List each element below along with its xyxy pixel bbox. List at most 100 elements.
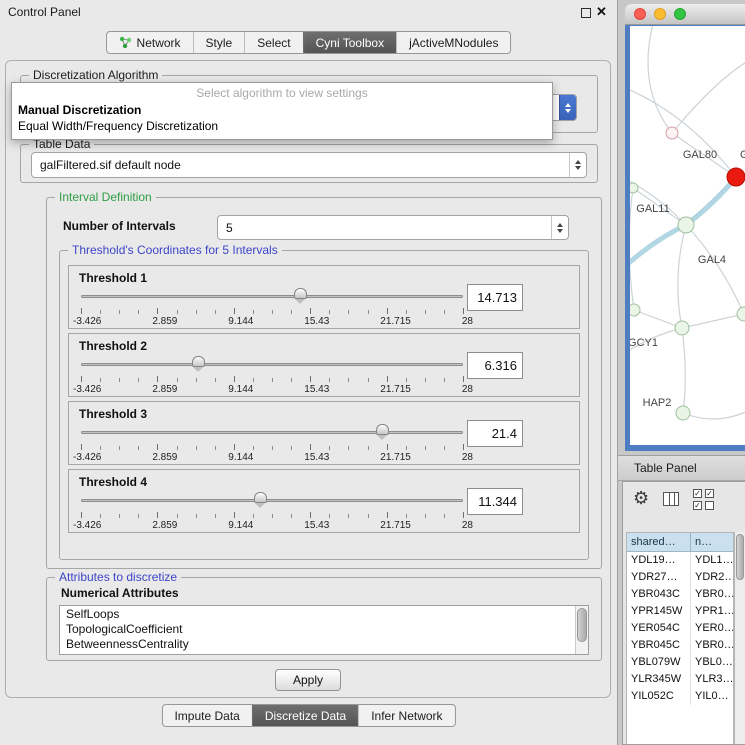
slider-ticks	[81, 308, 463, 315]
slider-track[interactable]	[81, 295, 463, 298]
node-label-gal11: GAL11	[636, 203, 669, 215]
list-item[interactable]: TopologicalCoefficient	[60, 621, 588, 636]
popup-item-equal-width-frequency[interactable]: Equal Width/Frequency Discretization	[12, 118, 552, 134]
network-node[interactable]	[678, 217, 694, 233]
numerical-attributes-list[interactable]: SelfLoops TopologicalCoefficient Between…	[59, 605, 589, 655]
threshold-3-label: Threshold 3	[79, 407, 147, 421]
columns-icon[interactable]	[663, 492, 679, 506]
table-panel: ⚙ ✓ ✓ ✓ shared… n… YDL19…YDL1… YDR27…YDR…	[622, 481, 745, 745]
threshold-4-value-field[interactable]: 11.344	[467, 488, 523, 515]
zoom-traffic-light-icon[interactable]	[674, 8, 686, 20]
network-node[interactable]	[737, 307, 745, 321]
close-icon[interactable]: ✕	[596, 4, 607, 20]
tab-discretize-data[interactable]: Discretize Data	[252, 705, 358, 726]
threshold-3-value-field[interactable]: 21.4	[467, 420, 523, 447]
table-row[interactable]: YER054CYER0…	[627, 620, 733, 637]
slider-thumb[interactable]	[294, 288, 307, 299]
screen: Control Panel ✕ Network Style Select Cyn…	[0, 0, 745, 745]
threshold-4-slider[interactable]: -3.4262.8599.14415.4321.71528	[81, 492, 463, 532]
combo-stepper-icon[interactable]	[551, 216, 568, 239]
threshold-1-value-field[interactable]: 14.713	[467, 284, 523, 311]
tab-network[interactable]: Network	[107, 32, 193, 53]
top-tab-bar: Network Style Select Cyni Toolbox jActiv…	[106, 31, 512, 54]
slider-tick-labels: -3.4262.8599.14415.4321.71528	[73, 452, 473, 463]
list-item[interactable]: SelfLoops	[60, 606, 588, 621]
slider-ticks	[81, 444, 463, 451]
combo-stepper-icon[interactable]	[559, 95, 576, 120]
control-panel-titlebar: Control Panel ✕	[0, 0, 617, 26]
tab-style[interactable]: Style	[193, 32, 245, 53]
slider-track[interactable]	[81, 363, 463, 366]
table-header-row: shared… n…	[627, 533, 733, 552]
float-window-icon[interactable]	[581, 8, 591, 18]
combo-value: 5	[218, 221, 551, 235]
column-header-shared-name[interactable]: shared…	[627, 533, 691, 552]
close-traffic-light-icon[interactable]	[634, 8, 646, 20]
tab-impute-data[interactable]: Impute Data	[162, 705, 251, 726]
scrollbar-thumb[interactable]	[736, 534, 744, 580]
threshold-1-slider[interactable]: -3.4262.8599.14415.4321.71528	[81, 288, 463, 328]
network-view-window: GAL80 GA GAL11 GAL4 GCY1 HAP2	[625, 4, 745, 451]
slider-tick-labels: -3.4262.8599.14415.4321.71528	[73, 316, 473, 327]
slider-track[interactable]	[81, 431, 463, 434]
selected-network-node[interactable]	[727, 168, 745, 186]
tab-label: Select	[257, 36, 290, 50]
apply-button[interactable]: Apply	[275, 669, 341, 691]
threshold-2-value-field[interactable]: 6.316	[467, 352, 523, 379]
select-columns-icon[interactable]: ✓ ✓ ✓	[693, 489, 714, 510]
network-window-titlebar[interactable]	[625, 4, 745, 25]
network-node[interactable]	[630, 183, 638, 193]
tab-select[interactable]: Select	[244, 32, 302, 53]
network-icon	[119, 36, 132, 49]
node-label-gal80: GAL80	[683, 149, 717, 161]
table-row[interactable]: YDL19…YDL1…	[627, 552, 733, 569]
gear-icon[interactable]: ⚙	[633, 488, 649, 509]
table-data-group: Table Data galFiltered.sif default node	[20, 144, 598, 183]
algorithm-dropdown-popup: Select algorithm to view settings Manual…	[11, 82, 553, 140]
threshold-2-slider[interactable]: -3.4262.8599.14415.4321.71528	[81, 356, 463, 396]
table-row[interactable]: YIL052CYIL0…	[627, 688, 733, 705]
threshold-2-panel: Threshold 2 6.316 -3.4262.8599.14415.432…	[68, 333, 580, 397]
slider-thumb[interactable]	[254, 492, 267, 503]
number-of-intervals-combobox[interactable]: 5	[217, 215, 569, 240]
slider-thumb[interactable]	[192, 356, 205, 367]
network-node[interactable]	[676, 406, 690, 420]
tab-label: Style	[206, 36, 233, 50]
network-node[interactable]	[630, 304, 640, 316]
network-canvas[interactable]: GAL80 GA GAL11 GAL4 GCY1 HAP2	[630, 26, 745, 445]
table-data-combobox[interactable]: galFiltered.sif default node	[31, 152, 587, 178]
table-row[interactable]: YPR145WYPR1…	[627, 603, 733, 620]
popup-item-manual-discretization[interactable]: Manual Discretization	[12, 102, 552, 118]
table-panel-title: Table Panel	[618, 455, 745, 481]
scrollbar-thumb[interactable]	[577, 608, 587, 642]
right-region: GAL80 GA GAL11 GAL4 GCY1 HAP2 Table Pane…	[618, 0, 745, 745]
tab-label: Network	[137, 36, 181, 50]
node-label-gal4: GAL4	[698, 254, 726, 266]
tab-cyni-toolbox[interactable]: Cyni Toolbox	[303, 32, 396, 53]
table-row[interactable]: YDR27…YDR2…	[627, 569, 733, 586]
network-node[interactable]	[675, 321, 689, 335]
group-title: Interval Definition	[55, 190, 156, 204]
minimize-traffic-light-icon[interactable]	[654, 8, 666, 20]
tab-label: Impute Data	[174, 709, 239, 723]
list-scrollbar[interactable]	[575, 606, 588, 654]
combo-stepper-icon[interactable]	[569, 153, 586, 177]
table-scrollbar[interactable]	[734, 532, 745, 744]
tab-infer-network[interactable]: Infer Network	[358, 705, 454, 726]
checkbox-icon	[705, 501, 714, 510]
table-row[interactable]: YBR045CYBR0…	[627, 637, 733, 654]
table-row[interactable]: YBR043CYBR0…	[627, 586, 733, 603]
tab-jactivemodules[interactable]: jActiveMNodules	[396, 32, 510, 53]
list-item[interactable]: BetweennessCentrality	[60, 636, 588, 651]
slider-track[interactable]	[81, 499, 463, 502]
attributes-group: Attributes to discretize Numerical Attri…	[46, 577, 602, 661]
network-node[interactable]	[666, 127, 678, 139]
column-header-name[interactable]: n…	[691, 533, 733, 552]
threshold-3-slider[interactable]: -3.4262.8599.14415.4321.71528	[81, 424, 463, 464]
table-row[interactable]: YBL079WYBL0…	[627, 654, 733, 671]
threshold-4-panel: Threshold 4 11.344 -3.4262.8599.14415.43…	[68, 469, 580, 533]
table-row[interactable]: YLR345WYLR3…	[627, 671, 733, 688]
numerical-attributes-label: Numerical Attributes	[61, 586, 179, 600]
checkbox-icon: ✓	[705, 489, 714, 498]
slider-thumb[interactable]	[376, 424, 389, 435]
